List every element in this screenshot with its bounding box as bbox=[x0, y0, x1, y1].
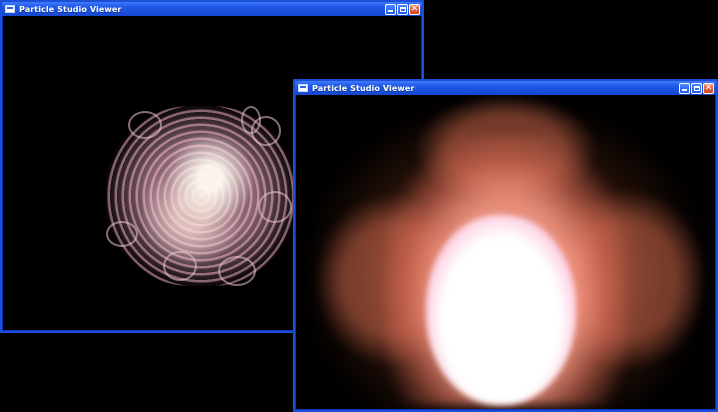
window-title: Particle Studio Viewer bbox=[312, 83, 415, 93]
particle-ring bbox=[218, 256, 256, 286]
maximize-button[interactable] bbox=[691, 82, 702, 94]
particle-ring bbox=[258, 191, 292, 223]
minimize-button[interactable] bbox=[679, 82, 690, 94]
window-controls: ✕ bbox=[679, 82, 714, 94]
particle-ring bbox=[128, 111, 162, 139]
minimize-icon bbox=[388, 9, 393, 12]
minimize-button[interactable] bbox=[385, 3, 396, 15]
window-title: Particle Studio Viewer bbox=[19, 4, 122, 14]
viewer-window-front[interactable]: Particle Studio Viewer ✕ bbox=[293, 79, 718, 412]
app-window-icon bbox=[5, 5, 15, 13]
close-icon: ✕ bbox=[704, 82, 713, 93]
maximize-icon bbox=[399, 6, 406, 12]
maximize-button[interactable] bbox=[397, 3, 408, 15]
maximize-icon bbox=[693, 85, 700, 91]
close-icon: ✕ bbox=[410, 3, 419, 14]
close-button[interactable]: ✕ bbox=[703, 82, 714, 94]
particle-ring bbox=[251, 116, 281, 146]
close-button[interactable]: ✕ bbox=[409, 3, 420, 15]
particle-ring bbox=[106, 221, 138, 247]
minimize-icon bbox=[682, 88, 687, 91]
app-window-icon bbox=[298, 84, 308, 92]
particle-ring bbox=[163, 251, 197, 281]
particle-glow-core bbox=[426, 215, 576, 405]
title-bar[interactable]: Particle Studio Viewer ✕ bbox=[2, 2, 422, 16]
title-bar[interactable]: Particle Studio Viewer ✕ bbox=[295, 81, 716, 95]
particle-viewport[interactable] bbox=[296, 95, 715, 409]
window-controls: ✕ bbox=[385, 3, 420, 15]
